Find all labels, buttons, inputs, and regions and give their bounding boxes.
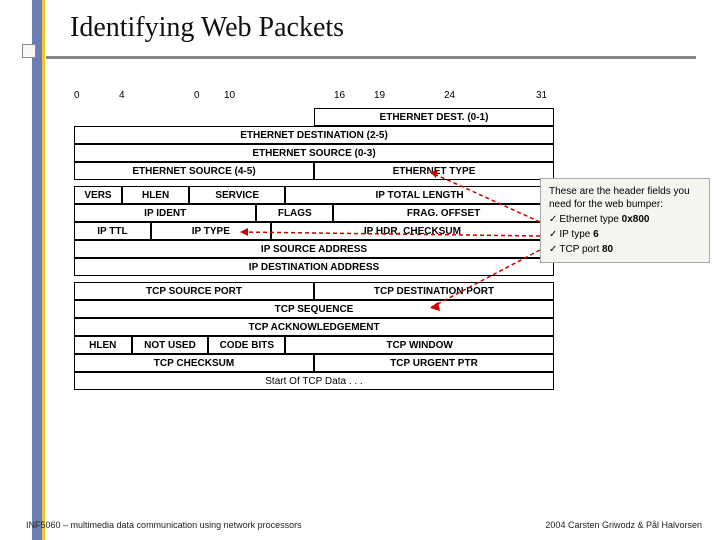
ruler-tick: 31 — [536, 90, 547, 101]
corner-square-icon — [22, 44, 36, 58]
check-icon: ✓ — [549, 244, 557, 255]
field-tcp-window: TCP WINDOW — [285, 336, 554, 354]
field-tcp-checksum: TCP CHECKSUM — [74, 354, 314, 372]
footer-right: 2004 Carsten Griwodz & Pål Halvorsen — [545, 520, 702, 530]
field-eth-src-45: ETHERNET SOURCE (4-5) — [74, 162, 314, 180]
field-tcp-dst-port: TCP DESTINATION PORT — [314, 282, 554, 300]
callout-note: These are the header fields you need for… — [540, 178, 710, 263]
field-tcp-codebits: CODE BITS — [208, 336, 285, 354]
page-title: Identifying Web Packets — [70, 12, 344, 44]
field-flags: FLAGS — [256, 204, 333, 222]
note-item-tcp-port: ✓TCP port 80 — [549, 243, 703, 256]
field-eth-dest-25: ETHERNET DESTINATION (2-5) — [74, 126, 554, 144]
field-ip-dst: IP DESTINATION ADDRESS — [74, 258, 554, 276]
ruler-tick: 4 — [119, 90, 125, 101]
field-tcp-data-start: Start Of TCP Data . . . — [74, 372, 554, 390]
field-frag-offset: FRAG. OFFSET — [333, 204, 554, 222]
field-vers: VERS — [74, 186, 122, 204]
ruler-tick: 0 — [74, 90, 80, 101]
field-eth-src-03: ETHERNET SOURCE (0-3) — [74, 144, 554, 162]
field-ip-ident: IP IDENT — [74, 204, 256, 222]
ruler-tick: 0 — [194, 90, 200, 101]
left-accent-bar — [32, 0, 42, 540]
field-tcp-urgent: TCP URGENT PTR — [314, 354, 554, 372]
check-icon: ✓ — [549, 229, 557, 240]
field-ip-src: IP SOURCE ADDRESS — [74, 240, 554, 258]
field-ip-checksum: IP HDR. CHECKSUM — [271, 222, 554, 240]
ruler-tick: 10 — [224, 90, 235, 101]
field-tcp-seq: TCP SEQUENCE — [74, 300, 554, 318]
title-underline — [46, 56, 696, 59]
note-item-ip-type: ✓IP type 6 — [549, 228, 703, 241]
note-item-eth-type: ✓Ethernet type 0x800 — [549, 213, 703, 226]
field-tcp-hlen: HLEN — [74, 336, 132, 354]
check-icon: ✓ — [549, 214, 557, 225]
left-accent-inner — [42, 0, 45, 540]
field-tcp-src-port: TCP SOURCE PORT — [74, 282, 314, 300]
field-ip-ttl: IP TTL — [74, 222, 151, 240]
field-ip-type: IP TYPE — [151, 222, 271, 240]
field-ip-total-length: IP TOTAL LENGTH — [285, 186, 554, 204]
packet-diagram: ETHERNET DEST. (0-1) ETHERNET DESTINATIO… — [74, 108, 554, 390]
field-hlen: HLEN — [122, 186, 189, 204]
ruler-tick: 19 — [374, 90, 385, 101]
bit-ruler: 0 4 0 10 16 19 24 31 — [74, 90, 554, 104]
field-tcp-notused: NOT USED — [132, 336, 209, 354]
note-intro: These are the header fields you need for… — [549, 185, 703, 211]
field-eth-type: ETHERNET TYPE — [314, 162, 554, 180]
field-eth-dest-01: ETHERNET DEST. (0-1) — [314, 108, 554, 126]
ruler-tick: 16 — [334, 90, 345, 101]
field-tcp-ack: TCP ACKNOWLEDGEMENT — [74, 318, 554, 336]
ruler-tick: 24 — [444, 90, 455, 101]
field-service: SERVICE — [189, 186, 285, 204]
footer-left: INF5060 – multimedia data communication … — [26, 520, 302, 530]
